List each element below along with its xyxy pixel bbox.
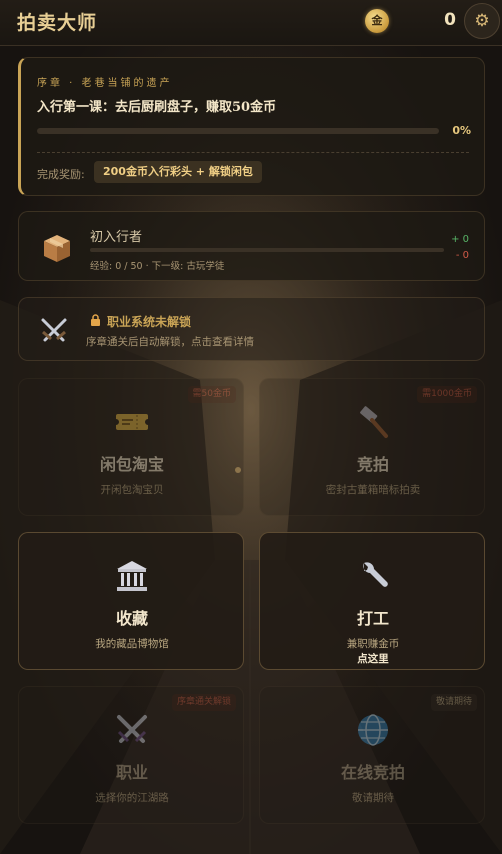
hammer-icon [360, 406, 388, 438]
tile-subtitle: 敬请期待 [352, 792, 394, 804]
ticket-icon [114, 414, 150, 430]
experience-bar [90, 248, 444, 252]
tile-title: 收藏 [115, 609, 148, 628]
wrench-icon [363, 562, 388, 587]
tile-taobao[interactable]: 需50金币 闲包淘宝 开闲包淘宝贝 [18, 378, 244, 516]
reward-badge: 200金币入行彩头 + 解锁闲包 [94, 161, 262, 183]
quest-progress-bar [37, 128, 439, 134]
crossed-swords-icon [117, 715, 147, 743]
globe-icon [358, 714, 388, 746]
tile-subtitle: 选择你的江湖路 [95, 792, 169, 804]
exp-loss: - 0 [455, 250, 469, 261]
tile-tag: 敬请期待 [430, 694, 477, 711]
tile-click-hint: 点这里 [357, 653, 389, 665]
tile-work[interactable]: 打工 兼职赚金币 点这里 [259, 532, 485, 670]
top-bar: 拍卖大师 金 0 ⚙ [0, 0, 502, 46]
tile-tag: 需50金币 [187, 386, 236, 403]
tile-collection[interactable]: 收藏 我的藏品博物馆 [18, 532, 244, 670]
experience-text: 经验: 0 / 50 · 下一级: 古玩学徒 [90, 261, 225, 272]
tile-subtitle: 兼职赚金币 [346, 638, 400, 650]
coin-icon: 金 [365, 9, 389, 33]
career-lock-card[interactable]: 职业系统未解锁 序章通关后自动解锁，点击查看详情 [18, 297, 485, 361]
lock-icon [91, 314, 100, 326]
crossed-swords-icon [41, 318, 67, 342]
level-card[interactable]: 初入行者 经验: 0 / 50 · 下一级: 古玩学徒 + 0 - 0 [18, 211, 485, 281]
tile-tag: 序章通关解锁 [171, 694, 236, 711]
tile-title: 职业 [115, 763, 148, 782]
career-lock-subtitle: 序章通关后自动解锁，点击查看详情 [86, 336, 254, 348]
exp-gain: + 0 [451, 234, 469, 245]
tile-tag: 需1000金币 [417, 386, 477, 403]
tile-online-auction[interactable]: 敬请期待 在线竞拍 敬请期待 [259, 686, 485, 824]
tile-title: 在线竞拍 [340, 763, 405, 782]
tile-title: 闲包淘宝 [99, 455, 164, 474]
tile-title: 打工 [356, 609, 389, 628]
quest-card[interactable]: 序章 · 老巷当铺的遗产 入行第一课：去后厨刷盘子，赚取50金币 0% 完成奖励… [18, 57, 485, 196]
career-lock-title: 职业系统未解锁 [107, 315, 192, 329]
quest-progress-text: 0% [452, 124, 471, 137]
tile-title: 竞拍 [356, 455, 389, 474]
museum-icon [117, 561, 147, 591]
box-icon [44, 235, 70, 262]
reward-label: 完成奖励: [37, 168, 85, 181]
tile-career[interactable]: 序章通关解锁 职业 选择你的江湖路 [18, 686, 244, 824]
quest-chapter: 序章 · 老巷当铺的遗产 [37, 78, 173, 89]
coin-count: 0 [444, 10, 456, 30]
settings-button[interactable]: ⚙ [464, 3, 500, 39]
divider [37, 152, 469, 153]
gear-icon: ⚙ [474, 11, 490, 31]
quest-title: 入行第一课：去后厨刷盘子，赚取50金币 [37, 100, 277, 115]
app-title: 拍卖大师 [17, 12, 98, 34]
level-name: 初入行者 [90, 230, 143, 245]
tile-subtitle: 密封古董箱暗标拍卖 [325, 484, 421, 496]
tile-subtitle: 开闲包淘宝贝 [100, 484, 164, 496]
tile-bid[interactable]: 需1000金币 竞拍 密封古董箱暗标拍卖 [259, 378, 485, 516]
tile-subtitle: 我的藏品博物馆 [95, 638, 169, 650]
